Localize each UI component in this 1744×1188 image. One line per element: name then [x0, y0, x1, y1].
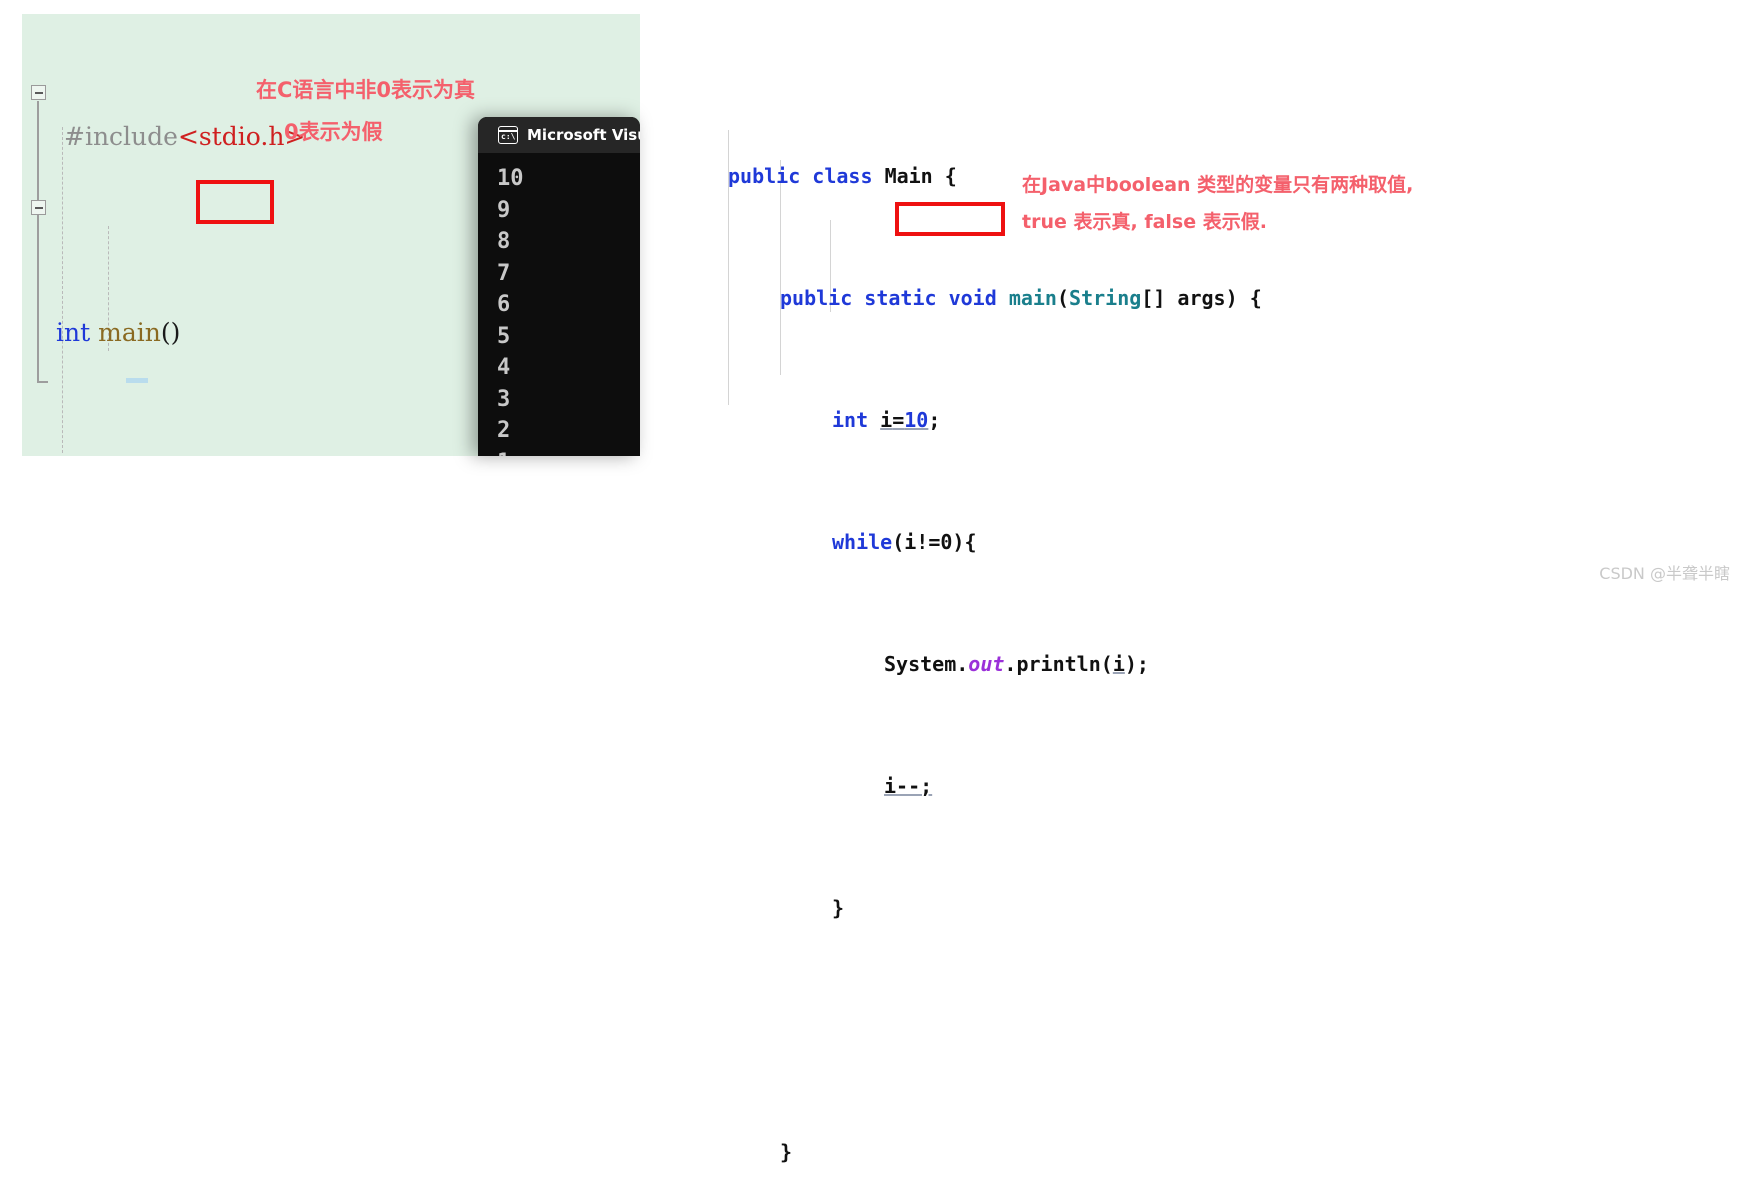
console-output-line: 7 [497, 260, 511, 286]
console-icon: c:\ [498, 126, 518, 144]
java-token-args: args [1177, 286, 1226, 310]
console-output-line: 6 [497, 292, 511, 317]
java-token-public-1: public [728, 164, 801, 188]
java-token-static: static [864, 286, 937, 310]
console-output-line: 9 [497, 197, 511, 223]
console-output-line: 2 [497, 418, 511, 443]
java-token-semi-1: ; [928, 408, 941, 432]
console-output-line: 10 [497, 166, 524, 191]
console-output-line: 5 [497, 323, 511, 349]
java-indent-guide-2 [780, 160, 781, 375]
java-token-void: void [948, 286, 997, 310]
java-line-7: } [700, 893, 1400, 924]
java-token-brace-close-2: } [780, 1140, 793, 1164]
java-token-brace-close-1: } [832, 896, 845, 920]
java-token-decrement: i--; [884, 774, 933, 798]
java-token-call-tail: ); [1124, 652, 1149, 676]
java-token-while: while [832, 530, 893, 554]
java-annotation-line-1: 在Java中boolean 类型的变量只有两种取值, [1022, 174, 1414, 196]
c-annotation-line-2: 0表示为假 [284, 120, 383, 144]
java-line-6: i--; [700, 771, 1400, 802]
java-line-2: public static void main(String[] args) { [700, 283, 1400, 314]
java-token-var-i: i [880, 408, 893, 432]
csdn-watermark: CSDN @半聋半瞎 [1599, 564, 1730, 583]
console-titlebar[interactable]: c:\ Microsoft Visu [478, 117, 640, 153]
console-output-line: 4 [497, 355, 511, 380]
java-code-panel: public class Main { public static void m… [700, 100, 1400, 1164]
java-token-paren-open: ( [1056, 286, 1070, 310]
java-token-ten: 10 [904, 408, 929, 432]
java-token-paren-close: ) [1225, 286, 1238, 310]
c-token-int: int [56, 318, 91, 347]
java-token-out: out [968, 652, 1005, 676]
console-icon-label: c:\ [501, 132, 516, 141]
java-token-string-type: String [1069, 286, 1142, 310]
java-token-int: int [832, 408, 869, 432]
java-token-classname: Main [884, 164, 933, 188]
java-token-eq: = [892, 408, 905, 432]
console-window[interactable]: c:\ Microsoft Visu 10 9 8 7 6 5 4 3 2 1 [478, 117, 640, 456]
java-token-arg-i: i [1112, 652, 1125, 676]
c-token-parens: () [160, 318, 181, 347]
java-code-text: public class Main { public static void m… [700, 100, 1400, 1188]
c-highlight-box [196, 180, 274, 224]
java-token-dot-1: . [956, 652, 969, 676]
console-output-line: 3 [497, 386, 511, 412]
java-token-brackets: [] [1141, 286, 1166, 310]
java-token-system: System [884, 652, 957, 676]
java-token-brace-open-1: { [944, 164, 957, 188]
c-token-include: #include [64, 122, 178, 151]
java-token-dot-2: . [1004, 652, 1017, 676]
java-line-4: while(i!=0){ [700, 527, 1400, 558]
java-line-9: } [700, 1137, 1400, 1168]
java-token-public-2: public [780, 286, 853, 310]
java-token-class: class [812, 164, 873, 188]
java-annotation-line-2: true 表示真, false 表示假. [1022, 211, 1267, 233]
java-line-8 [700, 1015, 1400, 1046]
java-token-brace-open-2: { [1249, 286, 1262, 310]
console-output: 10 9 8 7 6 5 4 3 2 1 [478, 153, 640, 456]
console-output-line: 8 [497, 229, 511, 254]
java-token-cond: (i!=0){ [892, 530, 977, 554]
java-highlight-box [895, 202, 1005, 236]
c-annotation-line-1: 在C语言中非0表示为真 [256, 78, 476, 102]
console-window-title: Microsoft Visu [527, 126, 640, 144]
java-token-paren-open-2: ( [1100, 652, 1113, 676]
c-token-main: main [98, 318, 161, 347]
java-line-3: int i=10; [700, 405, 1400, 436]
java-token-method-main: main [1008, 286, 1057, 310]
console-output-line: 1 [497, 447, 640, 457]
java-line-5: System.out.println(i); [700, 649, 1400, 680]
java-token-println: println [1016, 652, 1101, 676]
